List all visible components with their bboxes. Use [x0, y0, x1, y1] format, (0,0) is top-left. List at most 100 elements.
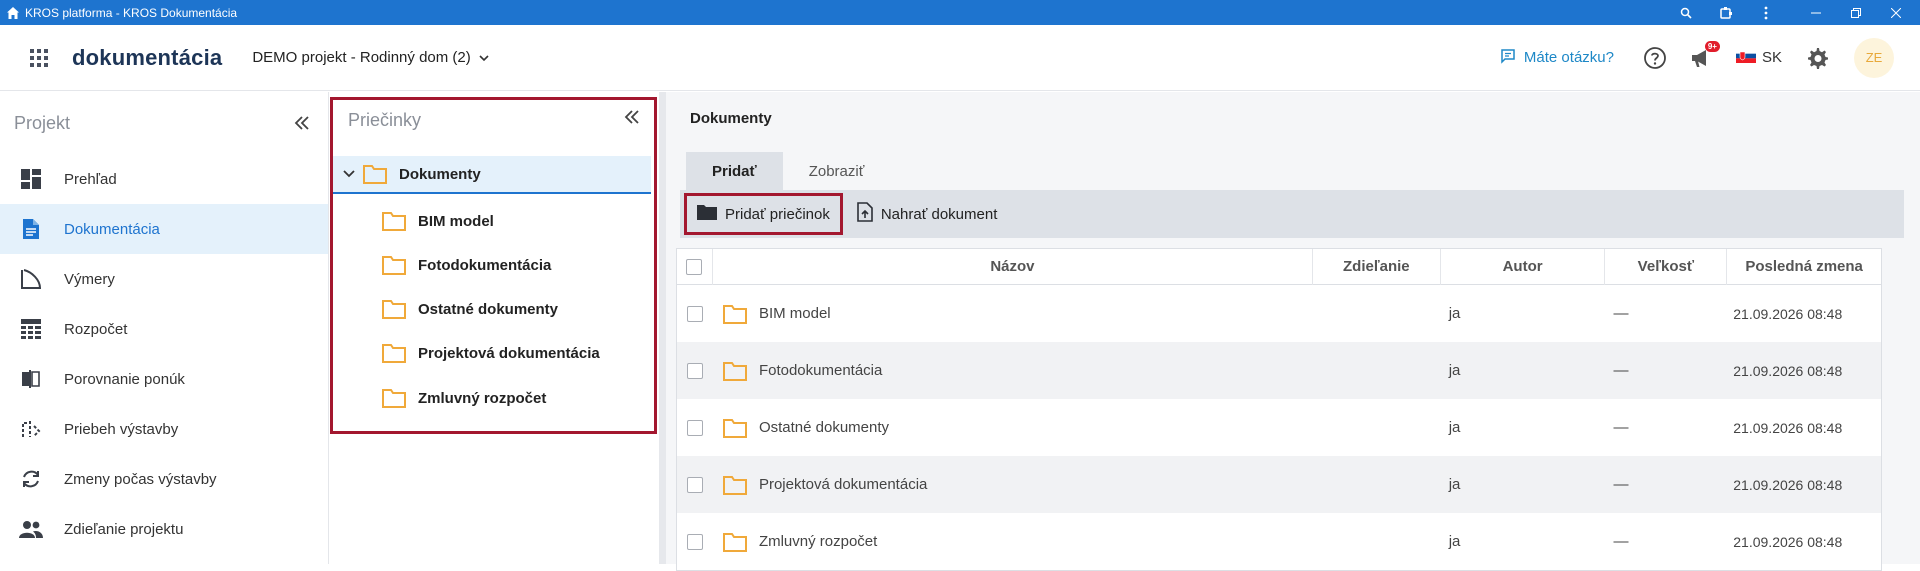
column-header-share[interactable]: Zdieľanie	[1313, 248, 1441, 285]
select-all-checkbox[interactable]	[686, 258, 703, 275]
sidebar-item-rozpocet[interactable]: Rozpočet	[0, 304, 328, 354]
action-tabs: Pridať Zobraziť	[686, 152, 890, 190]
project-select[interactable]: DEMO projekt - Rodinný dom (2)	[252, 49, 489, 66]
restore-icon[interactable]	[1836, 0, 1876, 25]
close-icon[interactable]	[1876, 0, 1916, 25]
folder-icon	[722, 304, 747, 324]
upload-document-button[interactable]: Nahrať dokument	[847, 193, 1008, 235]
column-header-size[interactable]: Veľkosť	[1605, 248, 1728, 285]
tree-folder-item[interactable]: Projektová dokumentácia	[382, 338, 600, 368]
minimize-icon[interactable]	[1796, 0, 1836, 25]
home-icon	[6, 6, 20, 20]
sidebar-item-priebeh-vystavby[interactable]: Priebeh výstavby	[0, 404, 328, 454]
row-author: ja	[1448, 362, 1461, 379]
row-modified: 21.09.2026 08:48	[1733, 419, 1843, 436]
collapse-folders-icon[interactable]	[624, 110, 640, 124]
help-icon[interactable]	[1640, 43, 1670, 73]
window-titlebar: KROS platforma - KROS Dokumentácia	[0, 0, 1920, 25]
row-checkbox[interactable]	[686, 476, 703, 493]
folders-title: Priečinky	[348, 110, 422, 130]
help-link[interactable]: Máte otázku?	[1500, 48, 1614, 68]
row-name: Zmluvný rozpočet	[758, 533, 878, 550]
avatar[interactable]: ZE	[1854, 37, 1894, 78]
column-header-author[interactable]: Autor	[1441, 248, 1606, 285]
sidebar-item-label: Výmery	[64, 270, 115, 288]
folder-icon	[382, 255, 406, 275]
row-name: BIM model	[758, 305, 831, 322]
measure-icon	[18, 266, 44, 292]
tree-folder-label: Projektová dokumentácia	[418, 344, 600, 362]
chevron-down-icon[interactable]	[343, 170, 355, 178]
upload-file-icon	[857, 202, 873, 226]
zoom-icon[interactable]	[1666, 0, 1706, 25]
apps-grid-icon[interactable]	[26, 45, 52, 71]
tab-pridat[interactable]: Pridať	[686, 152, 783, 190]
tree-folder-label: Ostatné dokumenty	[418, 300, 559, 318]
sidebar-header: Projekt	[0, 92, 328, 154]
gear-icon[interactable]	[1802, 43, 1832, 73]
main-content: Dokumenty Pridať Zobraziť Pridať priečin…	[666, 92, 1920, 571]
table-row[interactable]: Ostatné dokumenty ja — 21.09.2026 08:48	[677, 399, 1881, 456]
changes-icon	[18, 466, 44, 492]
language-select[interactable]: SK	[1735, 48, 1782, 67]
folder-icon	[382, 388, 406, 408]
table-row[interactable]: Fotodokumentácia ja — 21.09.2026 08:48	[677, 342, 1881, 399]
add-folder-button[interactable]: Pridať priečinok	[684, 193, 843, 235]
sidebar-item-vymery[interactable]: Výmery	[0, 254, 328, 304]
sidebar-item-prehlad[interactable]: Prehľad	[0, 154, 328, 204]
row-size: —	[1613, 305, 1629, 322]
table-row[interactable]: BIM model ja — 21.09.2026 08:48	[677, 285, 1881, 342]
sidebar-item-zdielanie[interactable]: Zdieľanie projektu	[0, 504, 328, 554]
table-row[interactable]: Zmluvný rozpočet ja — 21.09.2026 08:48	[677, 513, 1881, 570]
tree-folder-label: Zmluvný rozpočet	[418, 389, 547, 407]
row-modified: 21.09.2026 08:48	[1733, 362, 1843, 379]
sidebar-item-dokumentacia[interactable]: Dokumentácia	[0, 204, 328, 254]
tree-root-folder[interactable]: Dokumenty	[333, 156, 651, 194]
folder-icon	[722, 475, 747, 495]
row-modified: 21.09.2026 08:48	[1733, 533, 1843, 550]
megaphone-icon[interactable]: 9+	[1686, 40, 1720, 73]
row-author: ja	[1448, 533, 1461, 550]
sidebar-item-zmeny[interactable]: Zmeny počas výstavby	[0, 454, 328, 504]
chevron-down-icon	[479, 49, 489, 66]
project-name: DEMO projekt - Rodinný dom (2)	[252, 49, 471, 66]
column-header-name[interactable]: Názov	[713, 248, 1313, 285]
sidebar-item-label: Prehľad	[64, 170, 117, 188]
tree-folder-label: BIM model	[418, 212, 494, 230]
row-checkbox[interactable]	[686, 419, 703, 436]
slovakia-flag-icon	[1735, 48, 1756, 67]
folder-icon	[363, 164, 387, 184]
sidebar-item-label: Porovnanie ponúk	[64, 370, 185, 388]
toolbar: Pridať priečinok Nahrať dokument	[680, 190, 1904, 238]
row-checkbox[interactable]	[686, 533, 703, 550]
tree-root-label: Dokumenty	[399, 165, 481, 183]
collapse-sidebar-icon[interactable]	[294, 116, 310, 130]
panel-splitter[interactable]	[659, 92, 666, 564]
tree-folder-item[interactable]: Zmluvný rozpočet	[382, 383, 546, 413]
sidebar-item-porovnanie-ponuk[interactable]: Porovnanie ponúk	[0, 354, 328, 404]
row-checkbox[interactable]	[686, 362, 703, 379]
tree-folder-item[interactable]: Fotodokumentácia	[382, 250, 551, 280]
tab-zobrazit[interactable]: Zobraziť	[783, 152, 891, 190]
column-header-modified[interactable]: Posledná zmena	[1727, 249, 1881, 285]
sidebar-item-label: Zmeny počas výstavby	[64, 470, 217, 488]
tree-folder-item[interactable]: Ostatné dokumenty	[382, 294, 558, 324]
more-icon[interactable]	[1746, 0, 1786, 25]
extension-icon[interactable]	[1706, 0, 1746, 25]
project-sidebar: Projekt Prehľad Dokumentácia Výmery Rozp…	[0, 92, 329, 564]
compare-icon	[18, 366, 44, 392]
row-name: Fotodokumentácia	[758, 362, 883, 379]
tree-folder-item[interactable]: BIM model	[382, 206, 494, 236]
table-row[interactable]: Projektová dokumentácia ja — 21.09.2026 …	[677, 456, 1881, 513]
row-size: —	[1613, 419, 1629, 436]
sidebar-item-label: Priebeh výstavby	[64, 420, 179, 438]
row-modified: 21.09.2026 08:48	[1733, 305, 1843, 322]
table-header: Názov Zdieľanie Autor Veľkosť Posledná z…	[677, 248, 1881, 285]
row-name: Projektová dokumentácia	[758, 476, 928, 493]
folder-icon	[722, 418, 747, 438]
notification-badge: 9+	[1704, 40, 1720, 52]
sidebar-title: Projekt	[14, 112, 71, 133]
row-checkbox[interactable]	[686, 305, 703, 322]
row-size: —	[1613, 476, 1629, 493]
sidebar-item-label: Dokumentácia	[64, 220, 160, 238]
